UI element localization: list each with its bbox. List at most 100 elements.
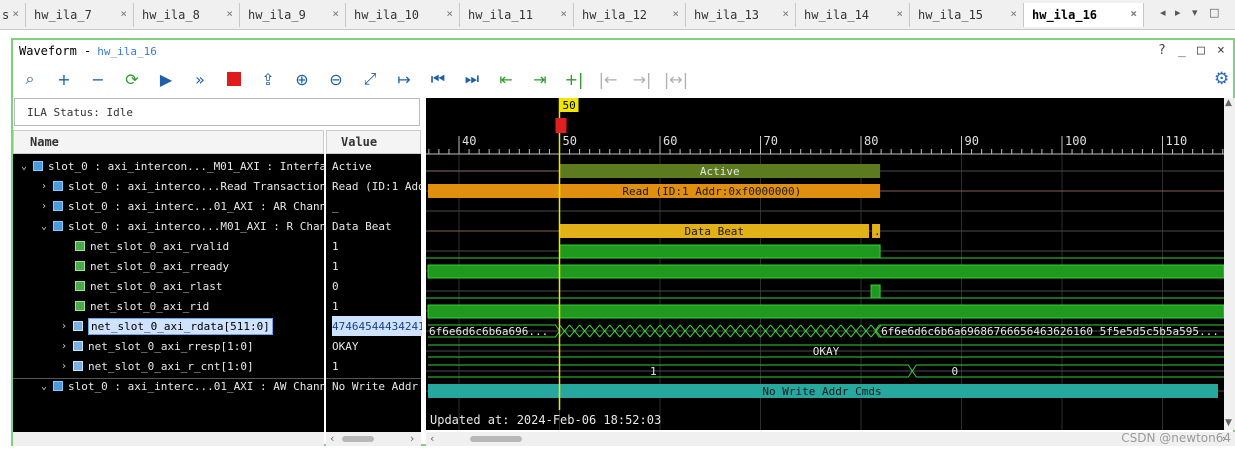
stop-icon[interactable] bbox=[217, 66, 251, 92]
tab-hw-ila-16[interactable]: hw_ila_16 × bbox=[1024, 3, 1144, 27]
tabs-scroll-left-icon[interactable]: ◂ bbox=[1160, 6, 1166, 19]
tabs-restore-icon[interactable]: □ bbox=[1209, 6, 1219, 19]
tab-s[interactable]: s × bbox=[0, 3, 26, 27]
scroll-left-icon[interactable]: ‹ bbox=[430, 432, 434, 445]
tab-hw-ila-13[interactable]: hw_ila_13 × bbox=[686, 3, 796, 27]
collapse-chevron-icon[interactable]: ⌄ bbox=[21, 161, 33, 172]
scrollbar-thumb[interactable] bbox=[470, 436, 522, 442]
tab-hw-ila-14[interactable]: hw_ila_14 × bbox=[796, 3, 910, 27]
signal-value: Read (ID:1 Addr bbox=[332, 179, 422, 193]
zoom-out-icon[interactable]: ⊖ bbox=[319, 66, 353, 92]
value-column-header[interactable]: Value bbox=[326, 130, 421, 154]
tab-hw-ila-15[interactable]: hw_ila_15 × bbox=[910, 3, 1024, 27]
tab-close-icon[interactable]: × bbox=[332, 7, 339, 20]
add-marker-glyph: +| bbox=[564, 69, 584, 89]
remove-icon[interactable]: − bbox=[81, 66, 115, 92]
signal-row[interactable]: › net_slot_0_axi_rdata[511:0] bbox=[61, 316, 273, 336]
scroll-right-icon[interactable]: › bbox=[410, 432, 414, 445]
signal-row[interactable]: › slot_0 : axi_interco...Read Transaction… bbox=[41, 176, 333, 196]
expand-chevron-icon[interactable]: › bbox=[61, 341, 73, 352]
rdata-value-after: 6f6e6d6c6b6a69686766656463626160 5f5e5d5… bbox=[881, 325, 1219, 338]
name-panel-scrollbar[interactable] bbox=[13, 432, 324, 446]
signal-row[interactable]: net_slot_0_axi_rready bbox=[75, 256, 229, 276]
waveform-scrollbar[interactable]: ‹ › bbox=[426, 432, 1235, 446]
window-subtitle[interactable]: hw_ila_16 bbox=[97, 45, 157, 58]
bit-signal-icon bbox=[75, 261, 85, 271]
tab-close-icon[interactable]: × bbox=[446, 7, 453, 20]
tab-close-icon[interactable]: × bbox=[1010, 7, 1017, 20]
tab-close-icon[interactable]: × bbox=[782, 7, 789, 20]
zoom-fit-icon[interactable]: ⤢ bbox=[353, 66, 387, 92]
previous-transition-icon[interactable]: ⇤ bbox=[489, 66, 523, 92]
tab-label: hw_ila_8 bbox=[142, 8, 200, 22]
goto-end-icon[interactable]: ⏭ bbox=[455, 66, 489, 92]
tab-label: hw_ila_14 bbox=[804, 8, 870, 22]
waveform-canvas[interactable]: 40 50 60 70 80 90 100 110 Active Read (ID:1 Addr:… bbox=[426, 98, 1224, 430]
tab-hw-ila-7[interactable]: hw_ila_7 × bbox=[26, 3, 134, 27]
signal-row[interactable]: ⌄ slot_0 : axi_interco...M01_AXI : R Chan… bbox=[41, 216, 340, 236]
help-icon[interactable]: ? bbox=[1158, 43, 1166, 58]
signal-row[interactable]: ⌄ slot_0 : axi_interc...01_AXI : AW Chann… bbox=[41, 376, 340, 396]
tab-label: hw_ila_12 bbox=[582, 8, 648, 22]
signal-row[interactable]: net_slot_0_axi_rlast bbox=[75, 276, 222, 296]
signal-row[interactable]: › slot_0 : axi_interc...01_AXI : AR Chann… bbox=[41, 196, 340, 216]
watermark: CSDN @newton64 bbox=[1121, 431, 1231, 445]
value-panel-scrollbar[interactable]: ‹ › bbox=[326, 432, 421, 446]
tab-close-icon[interactable]: × bbox=[896, 7, 903, 20]
collapse-chevron-icon[interactable]: ⌄ bbox=[41, 381, 53, 392]
tabs-scroll-right-icon[interactable]: ▸ bbox=[1175, 6, 1181, 19]
close-icon[interactable]: × bbox=[1217, 43, 1225, 58]
scrollbar-thumb[interactable] bbox=[342, 436, 374, 442]
zoom-search-icon[interactable]: ⌕ bbox=[13, 66, 47, 92]
expand-chevron-icon[interactable]: › bbox=[61, 361, 73, 372]
collapse-chevron-icon[interactable]: ⌄ bbox=[41, 221, 53, 232]
goto-cursor-icon[interactable]: ↦ bbox=[387, 66, 421, 92]
waveform-vertical-scrollbar[interactable]: ▲ ▼ bbox=[1224, 98, 1235, 430]
tab-close-icon[interactable]: × bbox=[560, 7, 567, 20]
zoom-fit-glyph: ⤢ bbox=[363, 69, 377, 88]
scroll-down-icon[interactable]: ▼ bbox=[1225, 418, 1232, 428]
scroll-up-icon[interactable]: ▲ bbox=[1225, 98, 1232, 108]
aw-channel-label: No Write Addr Cmds bbox=[762, 385, 881, 398]
maximize-icon[interactable]: □ bbox=[1197, 43, 1205, 58]
scroll-left-icon[interactable]: ‹ bbox=[330, 432, 334, 445]
expand-chevron-icon[interactable]: › bbox=[41, 201, 53, 212]
tab-close-icon[interactable]: × bbox=[226, 7, 233, 20]
remove-glyph: − bbox=[91, 69, 105, 89]
swap-cursors-icon[interactable]: |↔| bbox=[659, 66, 693, 92]
add-icon[interactable]: + bbox=[47, 66, 81, 92]
goto-start-glyph: ⏮ bbox=[430, 69, 446, 88]
refresh-icon[interactable]: ⟳ bbox=[115, 66, 149, 92]
name-column-header[interactable]: Name bbox=[13, 130, 324, 154]
tab-close-icon[interactable]: × bbox=[12, 7, 19, 20]
run-trigger-icon[interactable]: ▶ bbox=[149, 66, 183, 92]
tab-close-icon[interactable]: × bbox=[120, 7, 127, 20]
tab-close-icon[interactable]: × bbox=[672, 7, 679, 20]
signal-row[interactable]: ⌄ slot_0 : axi_intercon..._M01_AXI : Inte… bbox=[21, 156, 339, 176]
export-icon[interactable]: ⇪ bbox=[251, 66, 285, 92]
tab-hw-ila-9[interactable]: hw_ila_9 × bbox=[240, 3, 346, 27]
expand-chevron-icon[interactable]: › bbox=[61, 321, 73, 332]
settings-gear-icon[interactable]: ⚙ bbox=[1214, 69, 1229, 89]
minimize-icon[interactable]: _ bbox=[1178, 43, 1186, 58]
tab-hw-ila-12[interactable]: hw_ila_12 × bbox=[574, 3, 686, 27]
expand-chevron-icon[interactable]: › bbox=[41, 181, 53, 192]
signal-row[interactable]: › net_slot_0_axi_r_cnt[1:0] bbox=[61, 356, 254, 376]
next-transition-icon[interactable]: ⇥ bbox=[523, 66, 557, 92]
next-marker-icon[interactable]: →| bbox=[625, 66, 659, 92]
signal-row[interactable]: net_slot_0_axi_rvalid bbox=[75, 236, 229, 256]
goto-start-icon[interactable]: ⏮ bbox=[421, 66, 455, 92]
tabs-list-icon[interactable]: ▾ bbox=[1192, 6, 1198, 19]
tab-close-icon[interactable]: × bbox=[1130, 7, 1137, 20]
tab-hw-ila-8[interactable]: hw_ila_8 × bbox=[134, 3, 240, 27]
signal-row[interactable]: › net_slot_0_axi_rresp[1:0] bbox=[61, 336, 254, 356]
previous-marker-icon[interactable]: |← bbox=[591, 66, 625, 92]
zoom-in-icon[interactable]: ⊕ bbox=[285, 66, 319, 92]
interface-active-label: Active bbox=[700, 165, 740, 178]
tab-hw-ila-11[interactable]: hw_ila_11 × bbox=[460, 3, 574, 27]
signal-row[interactable]: net_slot_0_axi_rid bbox=[75, 296, 209, 316]
run-immediate-icon[interactable]: » bbox=[183, 66, 217, 92]
add-marker-icon[interactable]: +| bbox=[557, 66, 591, 92]
vec-signal-icon bbox=[73, 341, 83, 351]
tab-hw-ila-10[interactable]: hw_ila_10 × bbox=[346, 3, 460, 27]
